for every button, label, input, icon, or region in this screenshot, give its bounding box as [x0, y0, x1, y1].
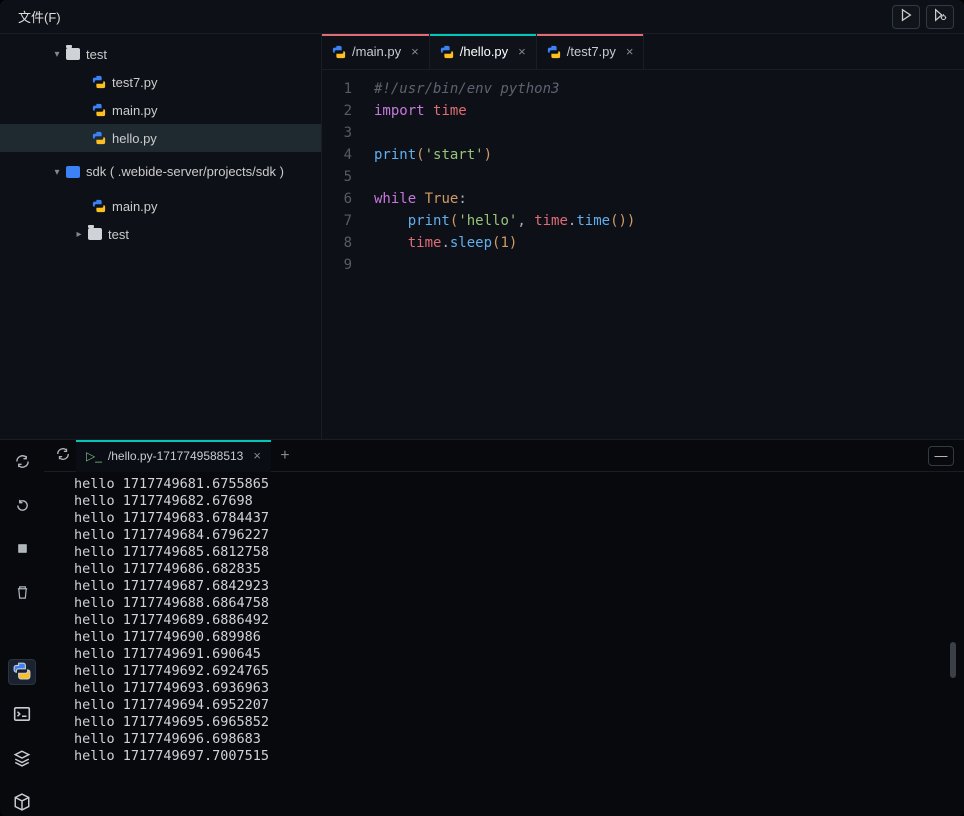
python-icon [90, 103, 108, 117]
add-terminal-button[interactable]: + [271, 447, 299, 465]
tree-file-sdk-main[interactable]: main.py [0, 192, 321, 220]
terminal-activity-bar [0, 440, 44, 816]
file-label: main.py [112, 103, 158, 118]
minimize-terminal-button[interactable]: — [928, 446, 954, 466]
python-icon [440, 45, 454, 59]
close-icon[interactable]: × [411, 44, 419, 59]
plus-icon: + [280, 447, 289, 464]
code-body[interactable]: #!/usr/bin/env python3 import time print… [362, 70, 964, 439]
sdk-icon [66, 166, 80, 178]
tree-folder-sdk[interactable]: ▾ sdk ( .webide-server/projects/sdk ) [0, 152, 321, 192]
tab-label: /main.py [352, 44, 401, 59]
python-icon [13, 662, 31, 683]
terminal-line: hello 1717749685.6812758 [74, 544, 964, 561]
folder-label: test [108, 227, 129, 242]
scrollbar-thumb[interactable] [950, 642, 956, 678]
terminal-line: hello 1717749688.6864758 [74, 595, 964, 612]
folder-label: test [86, 47, 107, 62]
editor-pane: /main.py × /hello.py × /test7.py × [322, 34, 964, 439]
terminal-line: hello 1717749690.689986 [74, 629, 964, 646]
terminal-line: hello 1717749689.6886492 [74, 612, 964, 629]
close-icon[interactable]: × [253, 448, 261, 463]
chevron-right-icon: ▸ [72, 229, 86, 240]
terminal-line: hello 1717749692.6924765 [74, 663, 964, 680]
delete-button[interactable] [8, 581, 36, 607]
close-icon[interactable]: × [518, 44, 526, 59]
python-icon [332, 45, 346, 59]
folder-icon [88, 228, 102, 240]
terminal-line: hello 1717749684.6796227 [74, 527, 964, 544]
terminal-line: hello 1717749687.6842923 [74, 578, 964, 595]
play-bug-icon [933, 8, 947, 25]
refresh-icon [56, 447, 70, 464]
minimize-icon: — [935, 448, 948, 463]
editor-tabs: /main.py × /hello.py × /test7.py × [322, 34, 964, 70]
terminal-tab[interactable]: ▷_ /hello.py-1717749588513 × [76, 440, 271, 472]
layers-icon [13, 749, 31, 770]
terminal-line: hello 1717749696.698683 [74, 731, 964, 748]
terminal-line: hello 1717749693.6936963 [74, 680, 964, 697]
python-panel-button[interactable] [8, 659, 36, 685]
tab-label: /test7.py [567, 44, 616, 59]
python-icon [547, 45, 561, 59]
terminal-tab-label: /hello.py-1717749588513 [108, 449, 243, 463]
terminal-tabs: ▷_ /hello.py-1717749588513 × + — [44, 440, 964, 472]
terminal-panel-button[interactable] [8, 703, 36, 729]
terminal-line: hello 1717749682.67698 [74, 493, 964, 510]
menu-file[interactable]: 文件(F) [10, 3, 69, 30]
terminal-run-icon: ▷_ [86, 449, 102, 463]
terminal-icon [13, 705, 31, 726]
stop-button[interactable] [8, 537, 36, 563]
run-debug-button[interactable] [926, 5, 954, 29]
terminal-line: hello 1717749694.6952207 [74, 697, 964, 714]
python-icon [90, 131, 108, 145]
tree-file-main[interactable]: main.py [0, 96, 321, 124]
tab-main[interactable]: /main.py × [322, 34, 430, 69]
package-panel-button[interactable] [8, 790, 36, 816]
terminal-line: hello 1717749691.690645 [74, 646, 964, 663]
tree-file-test7[interactable]: test7.py [0, 68, 321, 96]
cube-icon [13, 793, 31, 814]
folder-label: sdk ( .webide-server/projects/sdk ) [86, 164, 284, 180]
python-icon [90, 75, 108, 89]
file-explorer: ▾ test test7.py main.py hello.py [0, 34, 322, 439]
file-label: main.py [112, 199, 158, 214]
play-icon [899, 8, 913, 25]
tab-test7[interactable]: /test7.py × [537, 34, 645, 69]
stop-icon [15, 541, 30, 559]
tree-folder-test2[interactable]: ▸ test [0, 220, 321, 248]
tree-file-hello[interactable]: hello.py [0, 124, 321, 152]
refresh-icon [15, 454, 30, 472]
run-button[interactable] [892, 5, 920, 29]
terminal-line: hello 1717749681.6755865 [74, 476, 964, 493]
menubar: 文件(F) [0, 0, 964, 34]
file-label: test7.py [112, 75, 158, 90]
terminal-line: hello 1717749686.682835 [74, 561, 964, 578]
python-icon [90, 199, 108, 213]
close-icon[interactable]: × [626, 44, 634, 59]
code-editor[interactable]: 1 2 3 4 5 6 7 8 9 #!/usr/bin/env python3… [322, 70, 964, 439]
refresh-button[interactable] [8, 450, 36, 476]
layers-panel-button[interactable] [8, 747, 36, 773]
folder-icon [66, 48, 80, 60]
terminal-line: hello 1717749683.6784437 [74, 510, 964, 527]
chevron-down-icon: ▾ [50, 167, 64, 178]
terminal-refresh[interactable] [50, 443, 76, 469]
tab-hello[interactable]: /hello.py × [430, 34, 537, 69]
restart-button[interactable] [8, 494, 36, 520]
trash-icon [15, 585, 30, 603]
tab-label: /hello.py [460, 44, 508, 59]
chevron-down-icon: ▾ [50, 49, 64, 60]
file-label: hello.py [112, 131, 157, 146]
reload-icon [15, 498, 30, 516]
terminal-line: hello 1717749697.7007515 [74, 748, 964, 765]
terminal-line: hello 1717749695.6965852 [74, 714, 964, 731]
tree-folder-test[interactable]: ▾ test [0, 40, 321, 68]
terminal-output[interactable]: hello 1717749681.6755865 hello 171774968… [44, 472, 964, 816]
line-gutter: 1 2 3 4 5 6 7 8 9 [322, 70, 362, 439]
